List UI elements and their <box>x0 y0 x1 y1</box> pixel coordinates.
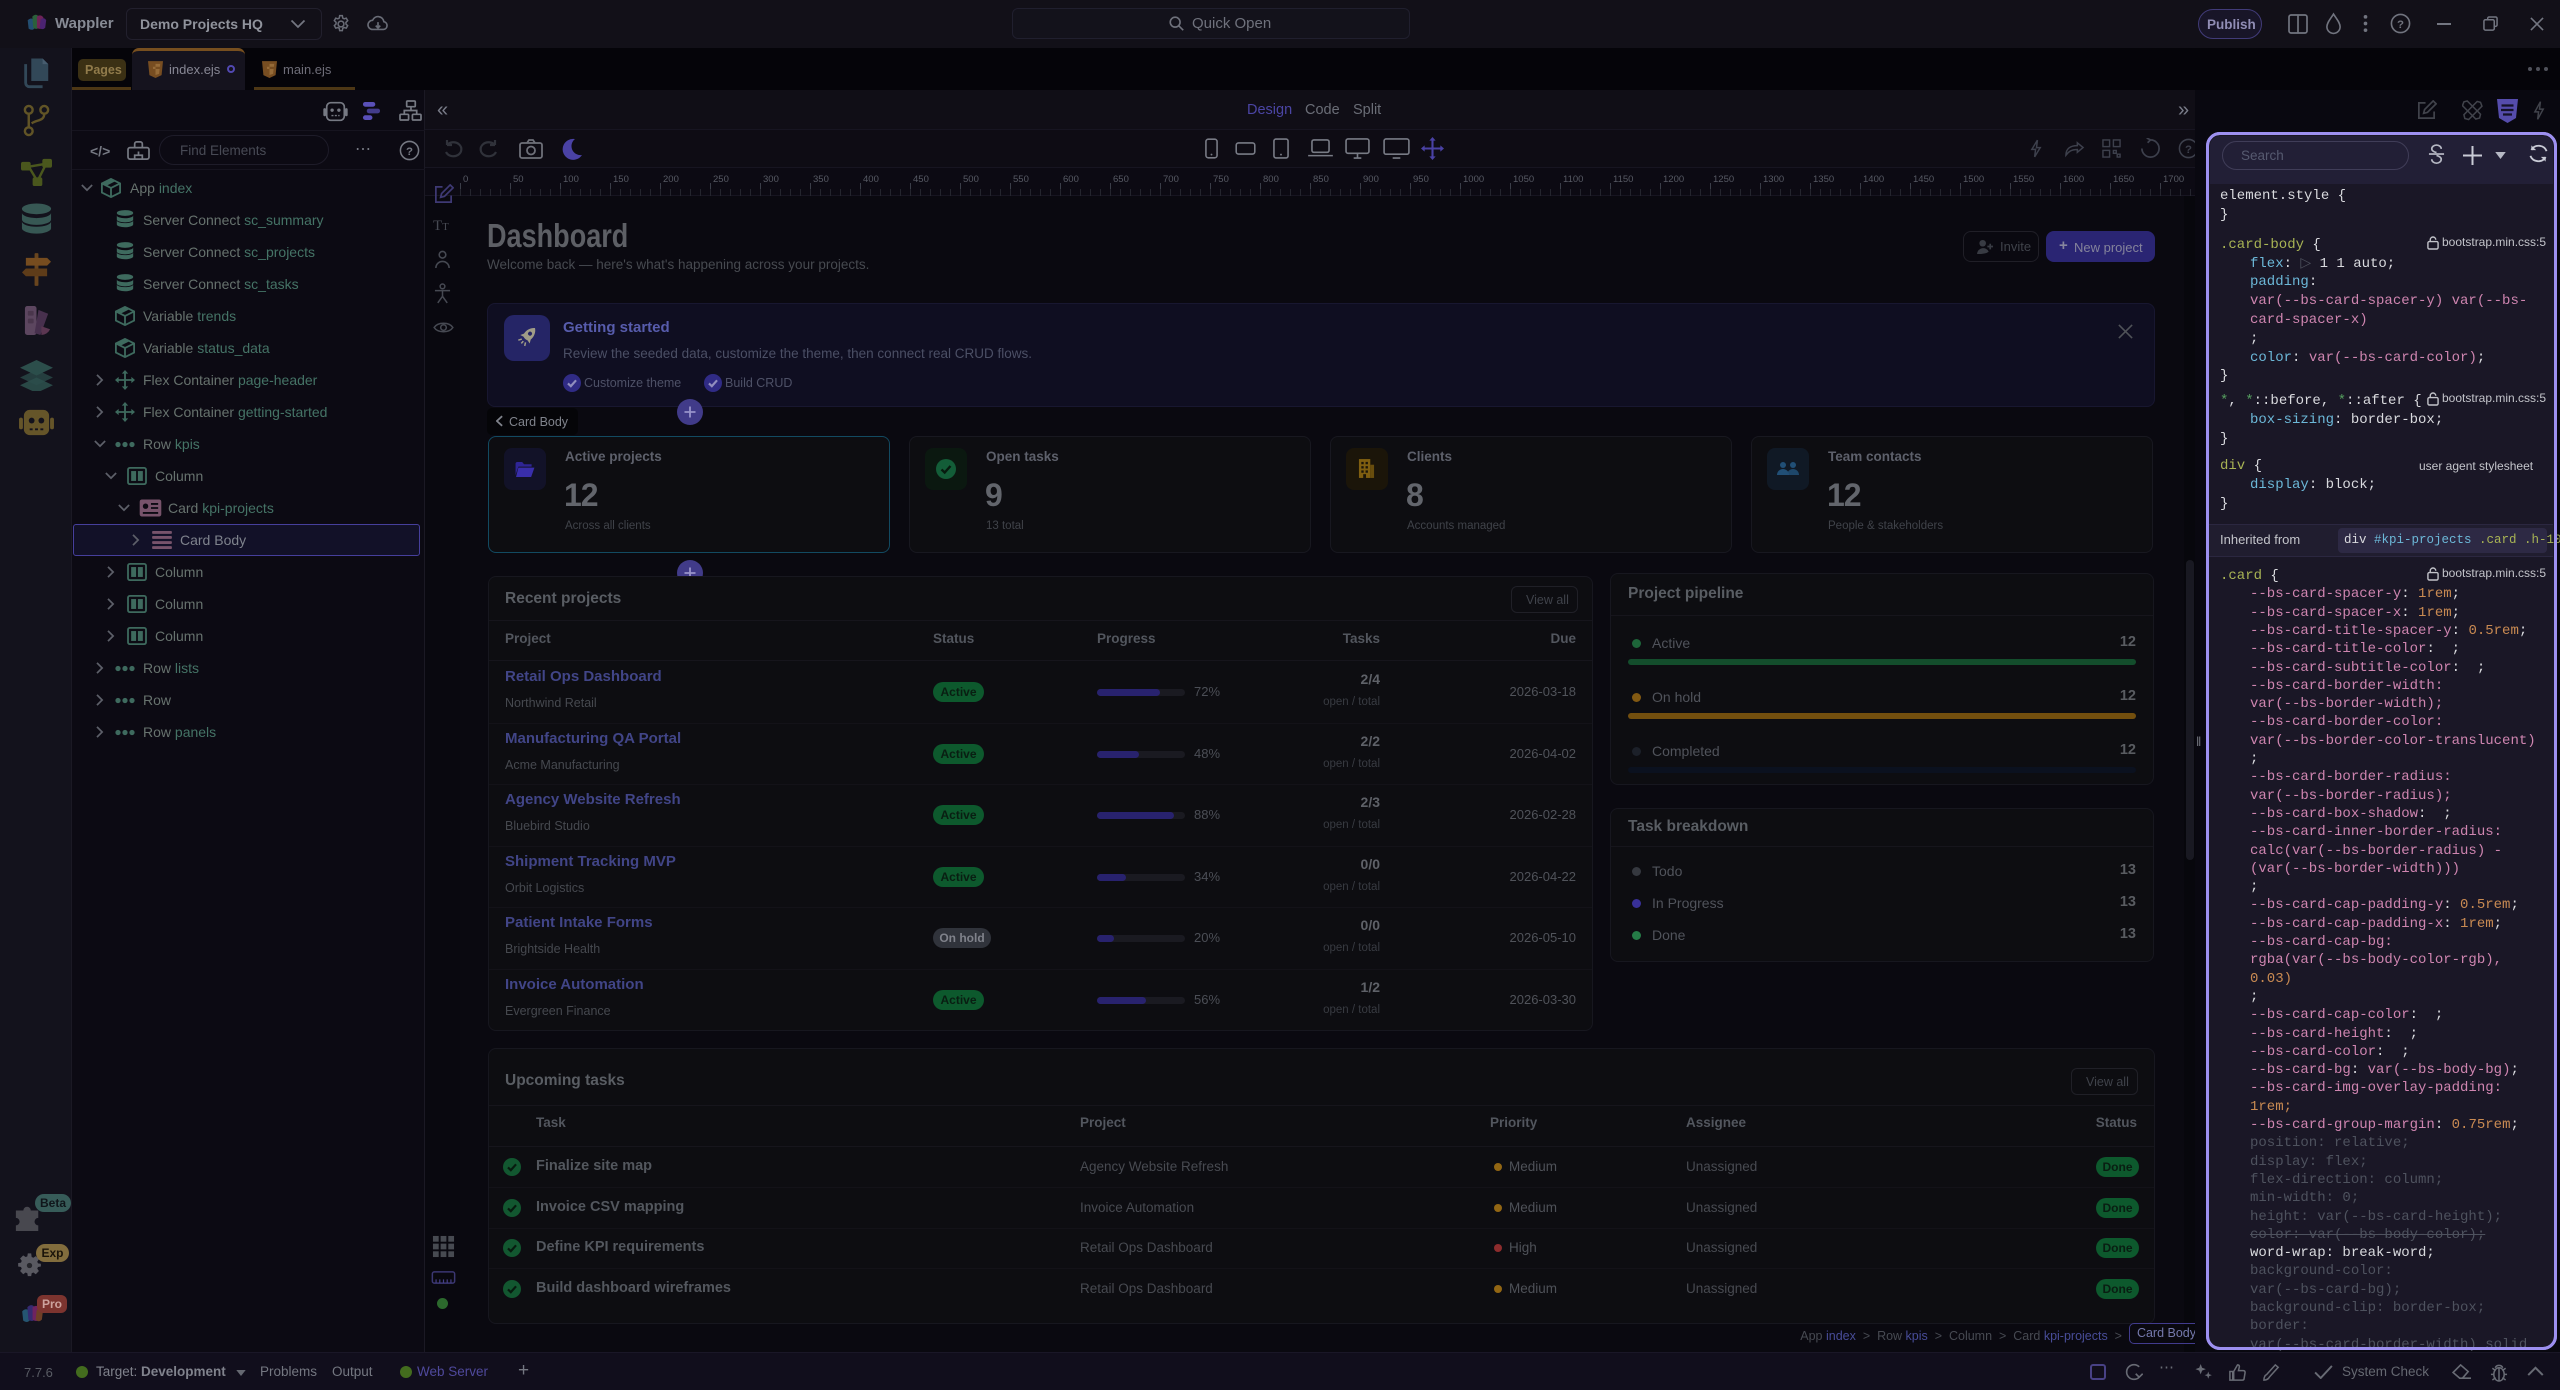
svg-text:?: ? <box>2185 144 2192 156</box>
svg-text:?: ? <box>2397 19 2404 31</box>
